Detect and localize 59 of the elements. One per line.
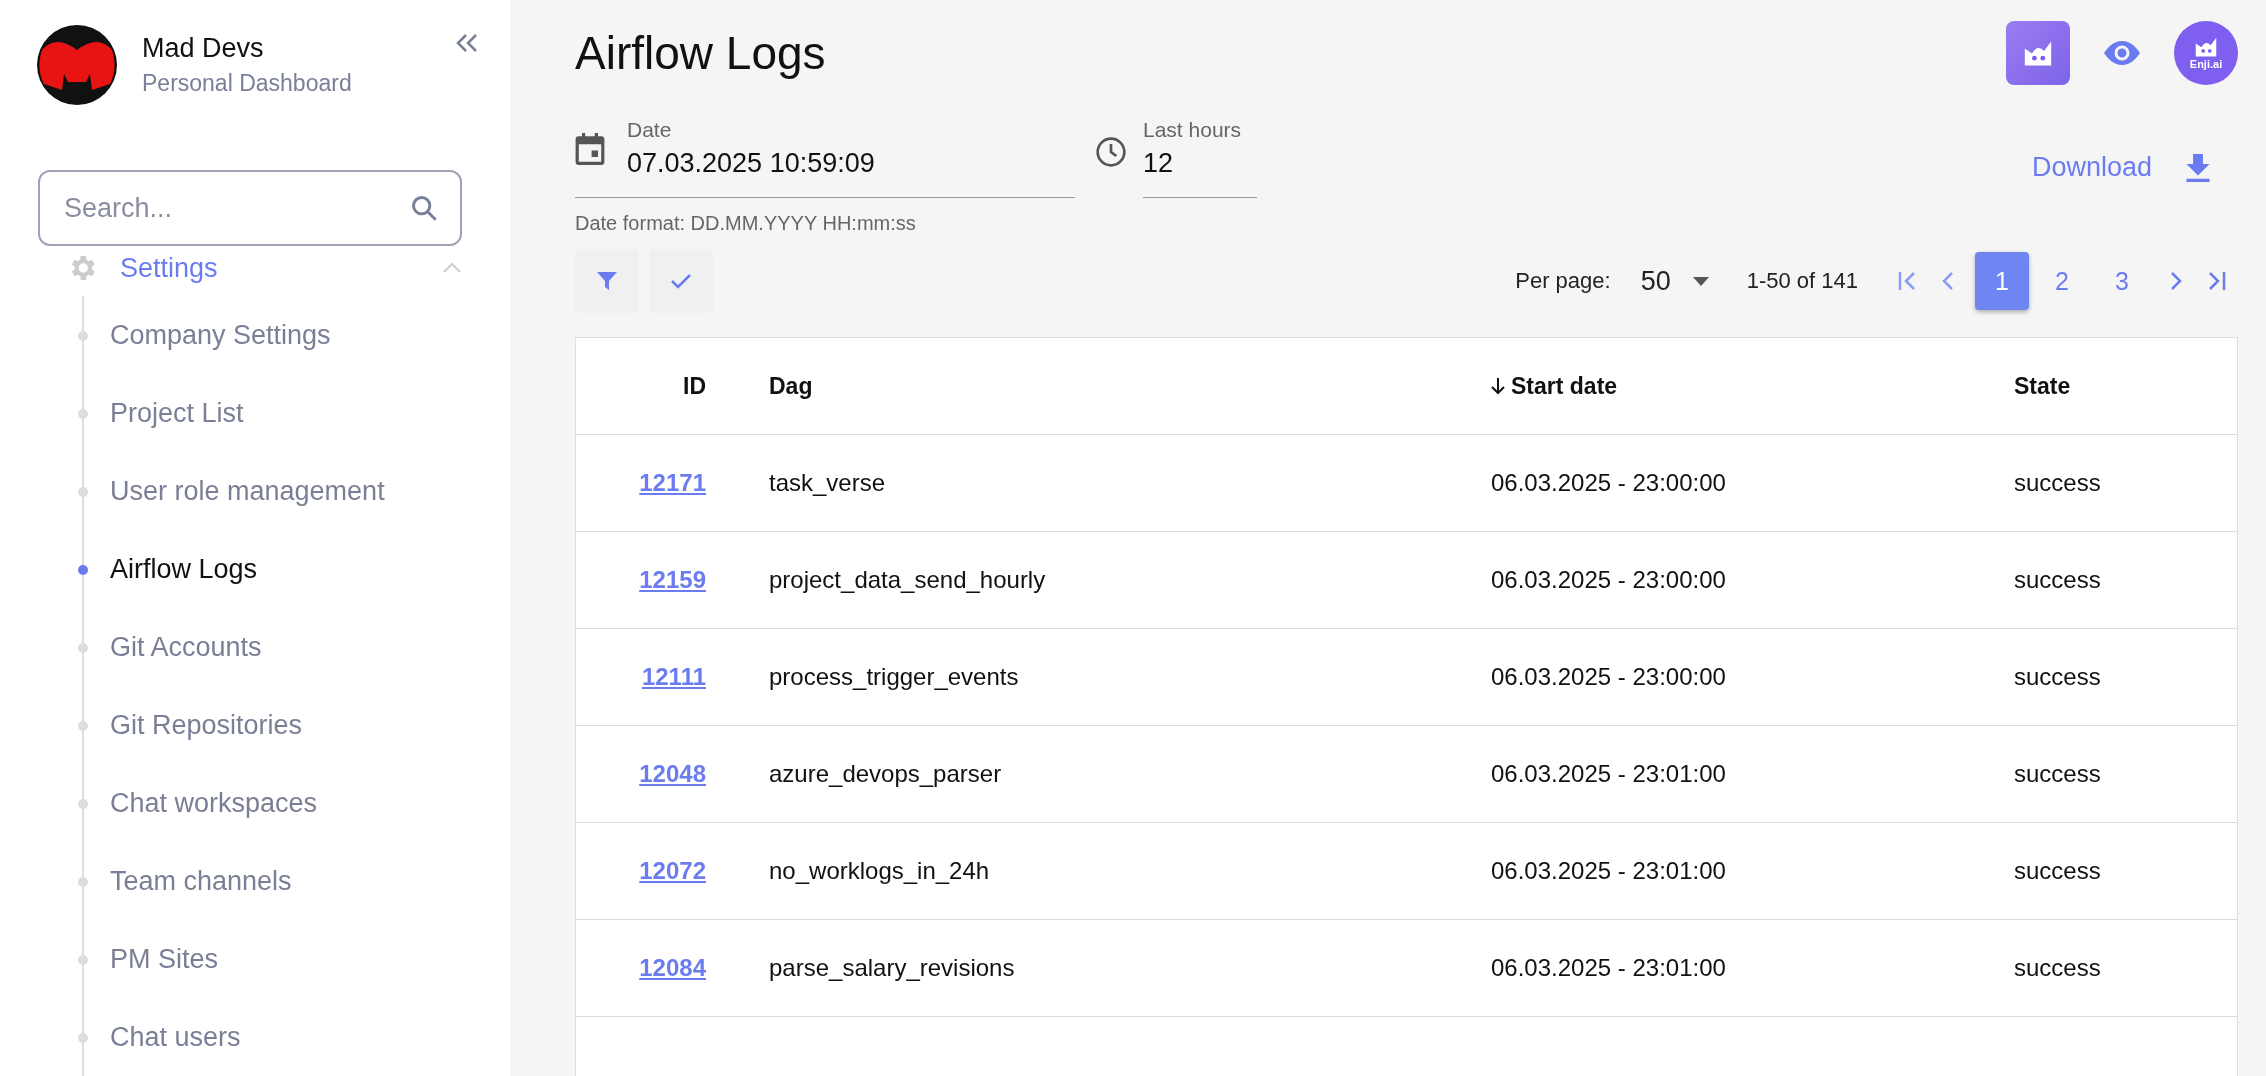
app-logo-button[interactable] — [2006, 21, 2070, 85]
id-link[interactable]: 12159 — [639, 566, 706, 594]
search-icon — [410, 194, 438, 222]
id-link[interactable]: 12048 — [639, 760, 706, 788]
page-button[interactable]: 2 — [2035, 252, 2089, 310]
chevron-icon — [442, 262, 462, 274]
table-cell-text: success — [2013, 469, 2102, 497]
id-link[interactable]: 12072 — [639, 857, 706, 885]
collapse-sidebar-button[interactable] — [454, 32, 480, 54]
page-range: 1-50 of 141 — [1746, 268, 1858, 294]
table-cell-text: parse_salary_revisions — [768, 954, 1016, 982]
dropdown-caret-icon — [1692, 276, 1709, 286]
id-link[interactable]: 12111 — [641, 663, 706, 691]
table-cell-text: 06.03.2025 - 23:01:00 — [1490, 857, 1727, 885]
user-avatar-button[interactable]: Enji.ai — [2174, 21, 2238, 85]
download-button[interactable]: Download — [2031, 152, 2238, 183]
table-cell-text: process_trigger_events — [768, 663, 1020, 691]
table-cell-text: 06.03.2025 - 23:00:00 — [1490, 469, 1727, 497]
column-header[interactable]: Dag — [706, 372, 1428, 400]
table-cell-text: success — [2013, 760, 2102, 788]
date-field[interactable]: Date 07.03.2025 10:59:09 — [575, 106, 1075, 198]
org-name: Mad Devs — [142, 33, 265, 64]
org-subtitle: Personal Dashboard — [142, 70, 353, 97]
table-cell-text: success — [2013, 857, 2102, 885]
per-page-select[interactable]: 50 — [1640, 265, 1709, 297]
table-cell-text: project_data_send_hourly — [768, 566, 1047, 594]
table-cell-text: success — [2013, 663, 2102, 691]
download-icon — [2186, 153, 2210, 182]
eye-icon[interactable] — [2104, 40, 2140, 66]
search-field[interactable]: Search... — [38, 170, 462, 246]
clock-icon — [1095, 136, 1127, 168]
table-cell-text: 06.03.2025 - 23:01:00 — [1490, 760, 1727, 788]
filter-icon — [597, 271, 617, 291]
hours-field[interactable]: Last hours 12 — [1143, 106, 1257, 198]
table-cell-text: azure_devops_parser — [768, 760, 1003, 788]
per-page-label: Per page: — [1515, 268, 1611, 294]
check-button[interactable] — [649, 249, 713, 313]
calendar-icon — [575, 132, 605, 165]
filter-button[interactable] — [575, 249, 639, 313]
page-button[interactable]: 3 — [2095, 252, 2149, 310]
table-cell-text: no_worklogs_in_24h — [768, 857, 991, 885]
id-link[interactable]: 12171 — [639, 469, 706, 497]
table-cell-text: 06.03.2025 - 23:00:00 — [1490, 663, 1727, 691]
sort-arrow-icon — [1491, 377, 1505, 395]
check-icon — [670, 272, 692, 290]
logo-avatar-icon — [36, 24, 118, 106]
page-button[interactable]: 1 — [1975, 252, 2029, 310]
table-cell-text: 06.03.2025 - 23:01:00 — [1490, 954, 1727, 982]
table-cell-text: success — [2013, 954, 2102, 982]
id-link[interactable]: 12084 — [639, 954, 706, 982]
date-format-hint: Date format: DD.MM.YYYY HH:mm:ss — [575, 212, 917, 235]
table-cell-text: success — [2013, 566, 2102, 594]
column-header[interactable]: Start date — [1428, 372, 1951, 400]
table-cell-text: 06.03.2025 - 23:00:00 — [1490, 566, 1727, 594]
settings-nav-group[interactable]: Settings — [66, 250, 462, 286]
table-cell-text: task_verse — [768, 469, 887, 497]
page-title: Airflow Logs — [575, 26, 827, 80]
column-header[interactable]: ID — [576, 372, 706, 400]
column-header[interactable]: State — [1951, 372, 2237, 400]
